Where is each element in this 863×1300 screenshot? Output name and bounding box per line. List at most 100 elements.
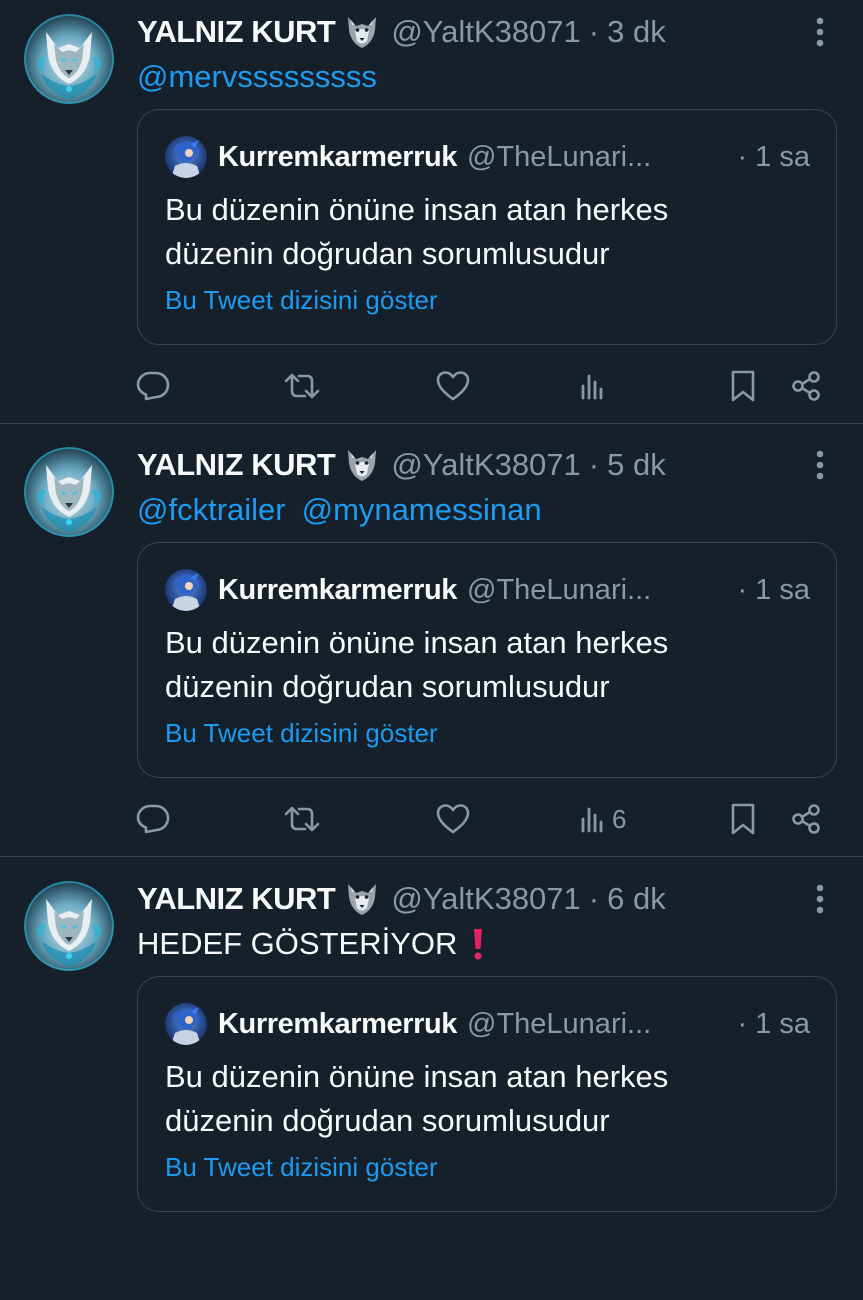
more-options-icon[interactable]	[806, 14, 834, 50]
wolf-avatar-icon	[24, 14, 114, 104]
show-thread-link[interactable]: Bu Tweet dizisini göster	[165, 713, 438, 753]
blue-avatar-icon	[165, 569, 207, 611]
views-icon	[578, 804, 608, 834]
author-name[interactable]: YALNIZ KURT	[137, 10, 336, 54]
author-handle[interactable]: @YaltK38071	[391, 10, 580, 54]
blue-avatar-icon	[165, 136, 207, 178]
quote-text-line: Bu düzenin önüne insan atan herkes	[165, 1059, 669, 1094]
author-name[interactable]: YALNIZ KURT	[137, 877, 336, 921]
tweet[interactable]: YALNIZ KURT @YaltK38071 · 5 dk @fcktrail…	[0, 433, 863, 866]
mention-link[interactable]: @mervsssssssss	[137, 56, 377, 98]
wolf-avatar-icon	[24, 881, 114, 971]
quote-text-line: düzenin doğrudan sorumlusudur	[165, 1103, 610, 1138]
action-bar: 6	[0, 795, 863, 843]
mention-link[interactable]: @fcktrailer	[137, 489, 286, 531]
quote-author-name: Kurremkarmerruk	[218, 574, 458, 606]
heart-icon	[435, 802, 471, 836]
share-icon	[789, 802, 823, 836]
more-options-icon[interactable]	[806, 447, 834, 483]
quote-text-line: Bu düzenin önüne insan atan herkes	[165, 192, 669, 227]
avatar[interactable]	[24, 881, 114, 971]
share-button[interactable]	[789, 362, 823, 410]
views-count: 6	[612, 803, 627, 834]
quote-author-handle: @TheLunari...	[467, 1008, 652, 1040]
tweet-body-text: HEDEF GÖSTERİYOR	[137, 926, 458, 961]
quote-avatar[interactable]	[165, 1003, 207, 1045]
mention-link[interactable]: @mynamessinan	[302, 489, 542, 531]
reply-button[interactable]	[136, 795, 170, 843]
quote-author-name: Kurremkarmerruk	[218, 141, 458, 173]
separator-dot: ·	[588, 14, 600, 49]
retweet-icon	[283, 369, 321, 403]
reply-icon	[136, 802, 170, 836]
author-name[interactable]: YALNIZ KURT	[137, 443, 336, 487]
timestamp[interactable]: 6 dk	[607, 877, 666, 921]
tweet-header: YALNIZ KURT @YaltK38071 · 5 dk	[137, 443, 666, 487]
reply-icon	[136, 369, 170, 403]
retweet-button[interactable]	[283, 362, 321, 410]
avatar[interactable]	[24, 14, 114, 104]
bookmark-icon	[729, 369, 757, 403]
share-icon	[789, 369, 823, 403]
blue-avatar-icon	[165, 1003, 207, 1045]
quoted-tweet[interactable]: Kurremkarmerruk @TheLunari... · 1 sa Bu …	[137, 976, 837, 1212]
quote-text: Bu düzenin önüne insan atan herkes düzen…	[165, 188, 805, 276]
author-handle[interactable]: @YaltK38071	[391, 877, 580, 921]
wolf-avatar-icon	[24, 447, 114, 537]
wolf-emoji-icon	[343, 13, 381, 51]
red-exclamation-icon	[471, 927, 485, 961]
tweet[interactable]: YALNIZ KURT @YaltK38071 · 3 dk @mervssss…	[0, 0, 863, 433]
quoted-tweet[interactable]: Kurremkarmerruk @TheLunari... · 1 sa Bu …	[137, 542, 837, 778]
author-handle[interactable]: @YaltK38071	[391, 443, 580, 487]
views-button[interactable]	[578, 362, 612, 410]
show-thread-link[interactable]: Bu Tweet dizisini göster	[165, 1147, 438, 1187]
tweet-header: YALNIZ KURT @YaltK38071 · 3 dk	[137, 10, 666, 54]
quote-text-line: düzenin doğrudan sorumlusudur	[165, 669, 610, 704]
wolf-emoji-icon	[343, 880, 381, 918]
quote-avatar[interactable]	[165, 136, 207, 178]
bookmark-button[interactable]	[729, 362, 757, 410]
views-button[interactable]: 6	[578, 795, 626, 843]
views-icon	[578, 371, 608, 401]
quote-timestamp: · 1 sa	[737, 141, 810, 173]
quote-header: Kurremkarmerruk @TheLunari...	[218, 567, 651, 613]
quote-timestamp: · 1 sa	[737, 574, 810, 606]
bookmark-icon	[729, 802, 757, 836]
quote-text-line: düzenin doğrudan sorumlusudur	[165, 236, 610, 271]
quote-text-line: Bu düzenin önüne insan atan herkes	[165, 625, 669, 660]
quote-header: Kurremkarmerruk @TheLunari...	[218, 1001, 651, 1047]
tweet-text: HEDEF GÖSTERİYOR	[137, 923, 485, 965]
quote-timestamp: · 1 sa	[737, 1008, 810, 1040]
tweet-text: @fcktrailer @mynamessinan	[137, 489, 558, 531]
quote-text: Bu düzenin önüne insan atan herkes düzen…	[165, 621, 805, 709]
quote-author-name: Kurremkarmerruk	[218, 1008, 458, 1040]
quote-avatar[interactable]	[165, 569, 207, 611]
bookmark-button[interactable]	[729, 795, 757, 843]
heart-icon	[435, 369, 471, 403]
quote-header: Kurremkarmerruk @TheLunari...	[218, 134, 651, 180]
avatar[interactable]	[24, 447, 114, 537]
divider	[0, 423, 863, 424]
divider	[0, 856, 863, 857]
timestamp[interactable]: 3 dk	[607, 10, 666, 54]
retweet-button[interactable]	[283, 795, 321, 843]
quoted-tweet[interactable]: Kurremkarmerruk @TheLunari... · 1 sa Bu …	[137, 109, 837, 345]
show-thread-link[interactable]: Bu Tweet dizisini göster	[165, 280, 438, 320]
timestamp[interactable]: 5 dk	[607, 443, 666, 487]
like-button[interactable]	[435, 362, 471, 410]
quote-author-handle: @TheLunari...	[467, 574, 652, 606]
action-bar	[0, 362, 863, 410]
tweet[interactable]: YALNIZ KURT @YaltK38071 · 6 dk HEDEF GÖS…	[0, 867, 863, 1300]
reply-button[interactable]	[136, 362, 170, 410]
like-button[interactable]	[435, 795, 471, 843]
separator-dot: ·	[588, 447, 600, 482]
separator-dot: ·	[588, 881, 600, 916]
more-options-icon[interactable]	[806, 881, 834, 917]
wolf-emoji-icon	[343, 446, 381, 484]
quote-author-handle: @TheLunari...	[467, 141, 652, 173]
quote-text: Bu düzenin önüne insan atan herkes düzen…	[165, 1055, 805, 1143]
share-button[interactable]	[789, 795, 823, 843]
tweet-text: @mervsssssssss	[137, 56, 393, 98]
tweet-header: YALNIZ KURT @YaltK38071 · 6 dk	[137, 877, 666, 921]
retweet-icon	[283, 802, 321, 836]
